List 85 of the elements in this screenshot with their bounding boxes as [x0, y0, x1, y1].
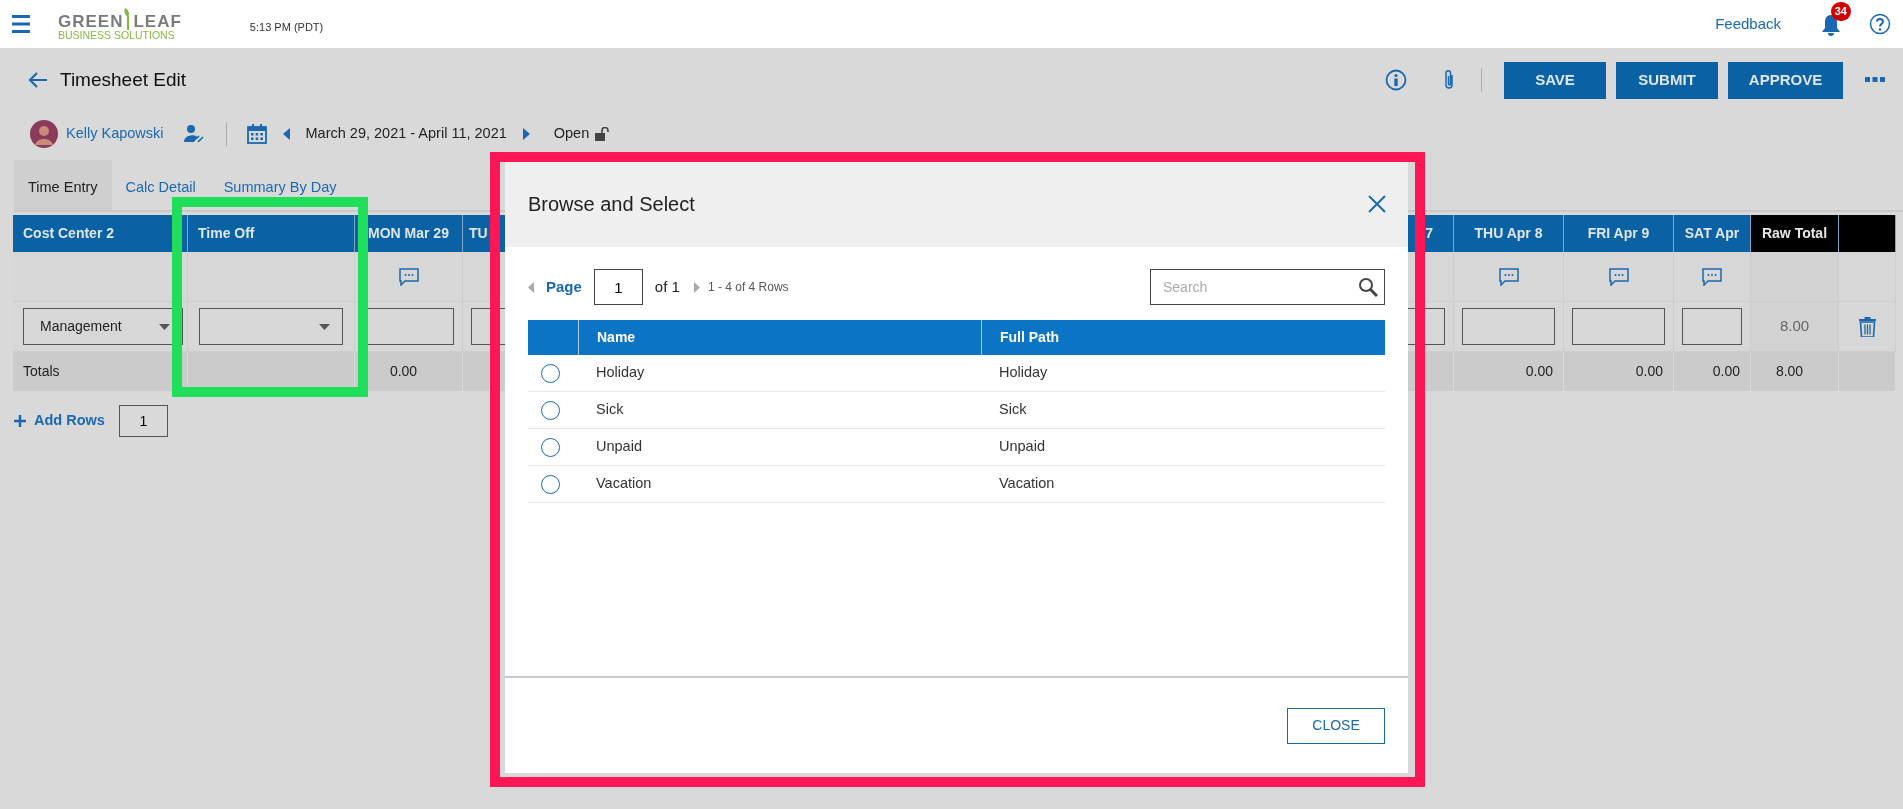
- comment-icon[interactable]: [1608, 267, 1629, 286]
- feedback-link[interactable]: Feedback: [1715, 12, 1781, 36]
- table-cell: 8.00: [1751, 302, 1839, 352]
- row-count-input[interactable]: 1: [118, 405, 168, 437]
- action-button[interactable]: SUBMIT: [1616, 61, 1718, 99]
- employee-name-link[interactable]: Kelly Kapowski: [66, 123, 164, 145]
- comment-icon[interactable]: [1702, 267, 1722, 286]
- table-cell: 0.00: [1674, 352, 1751, 391]
- page-count: of 1: [654, 276, 680, 297]
- bell-icon[interactable]: [1821, 13, 1841, 36]
- more-icon[interactable]: [1865, 77, 1885, 83]
- column-header: Time Off: [188, 215, 355, 252]
- column-header: SAT Apr: [1674, 215, 1751, 252]
- next-period-icon[interactable]: [522, 128, 530, 140]
- unlocked-icon: [595, 127, 610, 141]
- hours-input[interactable]: [1462, 308, 1555, 345]
- menu-icon[interactable]: [12, 14, 30, 34]
- user-link-icon[interactable]: [183, 124, 204, 144]
- next-page-icon[interactable]: [693, 281, 700, 293]
- pay-period: March 29, 2021 - April 11, 2021: [305, 124, 507, 144]
- table-cell-text: Vacation: [998, 474, 1056, 494]
- caret-down-icon: [319, 323, 330, 330]
- table-cell-text: Vacation: [595, 474, 653, 494]
- table-cell: 0.00: [355, 352, 463, 391]
- table-cell: 8.00: [1751, 352, 1839, 391]
- table-cell: 0.00: [1564, 352, 1674, 391]
- radio-button[interactable]: [541, 474, 560, 494]
- previous-period-icon[interactable]: [282, 128, 290, 140]
- plus-icon: [14, 415, 26, 427]
- column-header: Name: [597, 328, 636, 347]
- help-icon[interactable]: [1869, 13, 1891, 35]
- dialog-title: Browse and Select: [528, 191, 695, 217]
- logo-text: GREEN: [58, 12, 124, 30]
- table-cell-text: Holiday: [595, 363, 646, 383]
- info-icon[interactable]: [1385, 69, 1407, 91]
- action-button[interactable]: APPROVE: [1728, 61, 1843, 99]
- caret-down-icon: [159, 323, 170, 330]
- table-cell-text: Sick: [998, 400, 1028, 420]
- trash-icon[interactable]: [1858, 316, 1876, 337]
- add-rows-button[interactable]: Add Rows: [14, 410, 105, 432]
- column-header: MON Mar 29: [355, 215, 463, 252]
- status-text: Open: [553, 124, 590, 144]
- page-label: Page: [546, 276, 582, 297]
- column-header: THU Apr 8: [1454, 215, 1564, 252]
- back-arrow-icon[interactable]: [28, 72, 48, 88]
- column-header: FRI Apr 9: [1564, 215, 1674, 252]
- table-cell-text: Unpaid: [998, 437, 1046, 457]
- radio-button[interactable]: [541, 400, 560, 420]
- column-header: Full Path: [1000, 328, 1060, 347]
- notification-badge: 34: [1830, 2, 1851, 21]
- table-cell-text: Sick: [595, 400, 625, 420]
- page-number-input[interactable]: 1: [593, 269, 643, 305]
- tab[interactable]: Summary By Day: [209, 160, 351, 210]
- paperclip-icon[interactable]: [1443, 69, 1455, 91]
- table-cell-text: Unpaid: [595, 437, 643, 457]
- close-button[interactable]: CLOSE: [1287, 707, 1385, 744]
- comment-icon[interactable]: [398, 267, 419, 286]
- dropdown-field[interactable]: [199, 308, 343, 345]
- search-icon[interactable]: [1358, 277, 1378, 297]
- calendar-icon[interactable]: [246, 124, 267, 144]
- table-cell: Totals: [13, 352, 188, 391]
- action-button[interactable]: SAVE: [1504, 61, 1606, 99]
- tab[interactable]: Calc Detail: [111, 160, 210, 210]
- page-title: Timesheet Edit: [60, 67, 186, 92]
- logo-tagline: BUSINESS SOLUTIONS: [58, 29, 176, 41]
- tab[interactable]: Time Entry: [14, 160, 112, 210]
- avatar: [30, 120, 58, 148]
- previous-page-icon[interactable]: [528, 281, 534, 293]
- column-header: Raw Total: [1751, 215, 1839, 252]
- hours-input[interactable]: [1572, 308, 1665, 345]
- comment-icon[interactable]: [1498, 267, 1519, 286]
- search-field[interactable]: Search: [1150, 269, 1385, 305]
- column-header: [1839, 215, 1896, 252]
- table-cell-text: Holiday: [998, 363, 1049, 383]
- dropdown-value: Management: [40, 317, 122, 336]
- table-cell: 0.00: [1454, 352, 1564, 391]
- dropdown-field[interactable]: Management: [23, 308, 183, 345]
- clock-time: 5:13 PM (PDT): [249, 19, 324, 35]
- radio-button[interactable]: [541, 363, 560, 383]
- hours-input[interactable]: [1682, 308, 1742, 345]
- column-header: Cost Center 2: [13, 215, 188, 252]
- radio-button[interactable]: [541, 437, 560, 457]
- rows-info: 1 - 4 of 4 Rows: [707, 279, 789, 296]
- close-icon[interactable]: [1368, 194, 1386, 213]
- logo-text: LEAF: [133, 12, 182, 30]
